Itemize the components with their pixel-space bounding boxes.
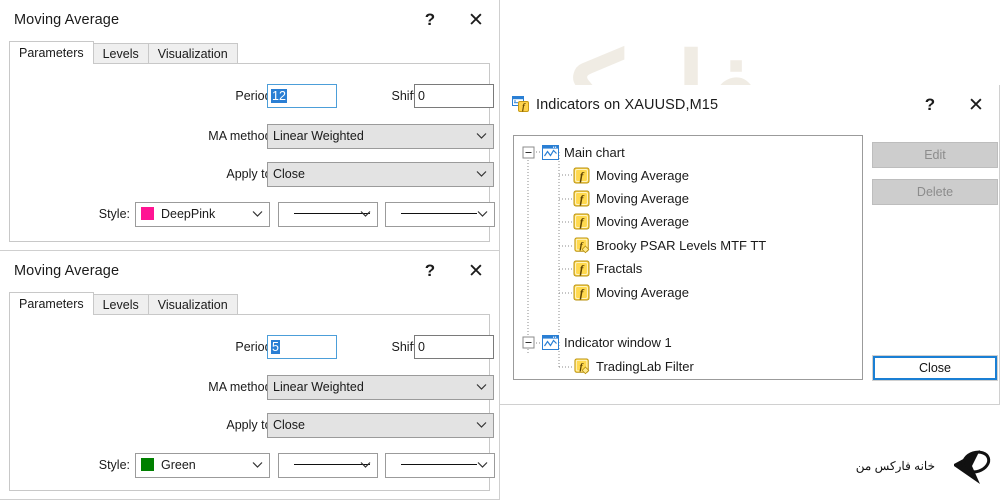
- moving-average-dialog-2: Moving Average ? ✕ Parameters Levels Vis…: [0, 251, 500, 500]
- color-swatch-icon: [141, 458, 154, 471]
- apply-to-label: Apply to:: [226, 167, 275, 181]
- ma-method-value: Linear Weighted: [273, 380, 364, 394]
- corner-logo: خانه فارکس من: [856, 440, 992, 492]
- corner-logo-text: خانه فارکس من: [855, 459, 935, 473]
- titlebar: Moving Average ? ✕: [0, 251, 499, 291]
- tab-visualization[interactable]: Visualization: [147, 43, 238, 64]
- indicators-dialog: f Indicators on XAUUSD,M15 ? ✕ Main char…: [500, 85, 1000, 405]
- apply-to-select[interactable]: Close: [267, 162, 494, 187]
- shift-label: Shift:: [391, 89, 421, 103]
- forex-house-logo-icon: [954, 450, 991, 484]
- tree-item-label: Moving Average: [596, 285, 689, 300]
- help-button[interactable]: ?: [407, 251, 453, 291]
- chevron-down-icon: [360, 462, 371, 468]
- style-color-name: DeepPink: [161, 207, 216, 221]
- period-value: 5: [271, 340, 280, 354]
- apply-to-value: Close: [273, 167, 305, 181]
- builtin-indicator-icon: f: [573, 213, 590, 230]
- delete-button[interactable]: Delete: [872, 179, 998, 205]
- builtin-indicator-icon: f: [573, 190, 590, 207]
- solid-line-icon: [294, 213, 370, 214]
- edit-button[interactable]: Edit: [872, 142, 998, 168]
- apply-to-select[interactable]: Close: [267, 413, 494, 438]
- style-label: Style:: [98, 458, 130, 472]
- style-color-name: Green: [161, 458, 196, 472]
- tab-parameters[interactable]: Parameters: [9, 292, 94, 315]
- ma-method-label: MA method:: [208, 380, 275, 394]
- builtin-indicator-icon: f: [573, 284, 590, 301]
- color-swatch-icon: [141, 207, 154, 220]
- solid-line-icon: [401, 213, 477, 214]
- chevron-down-icon: [477, 462, 488, 468]
- style-thickness-select[interactable]: [385, 202, 495, 227]
- style-linetype-select[interactable]: [278, 202, 378, 227]
- tree-item-label: Moving Average: [596, 214, 689, 229]
- parameters-panel: Period: 5 Shift: 0 MA method: Linear Wei…: [9, 314, 495, 491]
- chevron-down-icon: [360, 211, 371, 217]
- titlebar: f Indicators on XAUUSD,M15 ? ✕: [500, 85, 999, 125]
- indicators-window-icon: f: [512, 96, 529, 112]
- shift-input[interactable]: 0: [414, 84, 494, 108]
- tree-item-label: Brooky PSAR Levels MTF TT: [596, 238, 767, 253]
- ma-method-value: Linear Weighted: [273, 129, 364, 143]
- close-icon[interactable]: ✕: [453, 251, 499, 291]
- dialog-title: Moving Average: [14, 12, 120, 28]
- builtin-indicator-icon: f: [573, 260, 590, 277]
- tree-item-label: Fractals: [596, 261, 643, 276]
- style-color-select[interactable]: Green: [135, 453, 270, 478]
- ma-method-select[interactable]: Linear Weighted: [267, 375, 494, 400]
- tree-item-label: Moving Average: [596, 168, 689, 183]
- titlebar: Moving Average ? ✕: [0, 0, 499, 40]
- tab-levels[interactable]: Levels: [92, 294, 149, 315]
- solid-line-icon: [401, 464, 477, 465]
- apply-to-label: Apply to:: [226, 418, 275, 432]
- period-label: Period:: [235, 89, 275, 103]
- ma-method-label: MA method:: [208, 129, 275, 143]
- tree-item-label: TradingLab Filter: [596, 359, 694, 374]
- shift-label: Shift:: [391, 340, 421, 354]
- help-button[interactable]: ?: [407, 0, 453, 40]
- chevron-down-icon: [477, 211, 488, 217]
- tabstrip: Parameters Levels Visualization: [9, 292, 490, 315]
- tree-item-label: Main chart: [564, 145, 625, 160]
- tab-levels[interactable]: Levels: [92, 43, 149, 64]
- chevron-down-icon: [476, 384, 487, 390]
- close-button[interactable]: Close: [872, 355, 998, 381]
- style-label: Style:: [98, 207, 130, 221]
- chart-window-icon: [542, 145, 559, 160]
- close-icon[interactable]: ✕: [953, 85, 999, 125]
- period-label: Period:: [235, 340, 275, 354]
- ma-method-select[interactable]: Linear Weighted: [267, 124, 494, 149]
- chevron-down-icon: [476, 133, 487, 139]
- chevron-down-icon: [252, 462, 263, 468]
- period-value: 12: [271, 89, 287, 103]
- custom-indicator-icon: f: [574, 237, 590, 254]
- builtin-indicator-icon: f: [573, 167, 590, 184]
- style-thickness-select[interactable]: [385, 453, 495, 478]
- moving-average-dialog-1: Moving Average ? ✕ Parameters Levels Vis…: [0, 0, 500, 251]
- apply-to-value: Close: [273, 418, 305, 432]
- tab-parameters[interactable]: Parameters: [9, 41, 94, 64]
- chevron-down-icon: [252, 211, 263, 217]
- help-button[interactable]: ?: [907, 85, 953, 125]
- parameters-panel: Period: 12 Shift: 0 MA method: Linear We…: [9, 63, 495, 242]
- chevron-down-icon: [476, 171, 487, 177]
- custom-indicator-icon: f: [574, 358, 590, 375]
- chevron-down-icon: [476, 422, 487, 428]
- tab-visualization[interactable]: Visualization: [147, 294, 238, 315]
- style-linetype-select[interactable]: [278, 453, 378, 478]
- close-icon[interactable]: ✕: [453, 0, 499, 40]
- dialog-title: Indicators on XAUUSD,M15: [536, 97, 719, 113]
- style-color-select[interactable]: DeepPink: [135, 202, 270, 227]
- dialog-title: Moving Average: [14, 263, 120, 279]
- tabstrip: Parameters Levels Visualization: [9, 41, 490, 64]
- tree-item-label: Moving Average: [596, 191, 689, 206]
- indicator-tree[interactable]: Main chart f Moving Average f Moving Ave…: [513, 135, 863, 380]
- chart-window-icon: [542, 335, 559, 350]
- tree-item-label: Indicator window 1: [564, 335, 672, 350]
- shift-input[interactable]: 0: [414, 335, 494, 359]
- solid-line-icon: [294, 464, 370, 465]
